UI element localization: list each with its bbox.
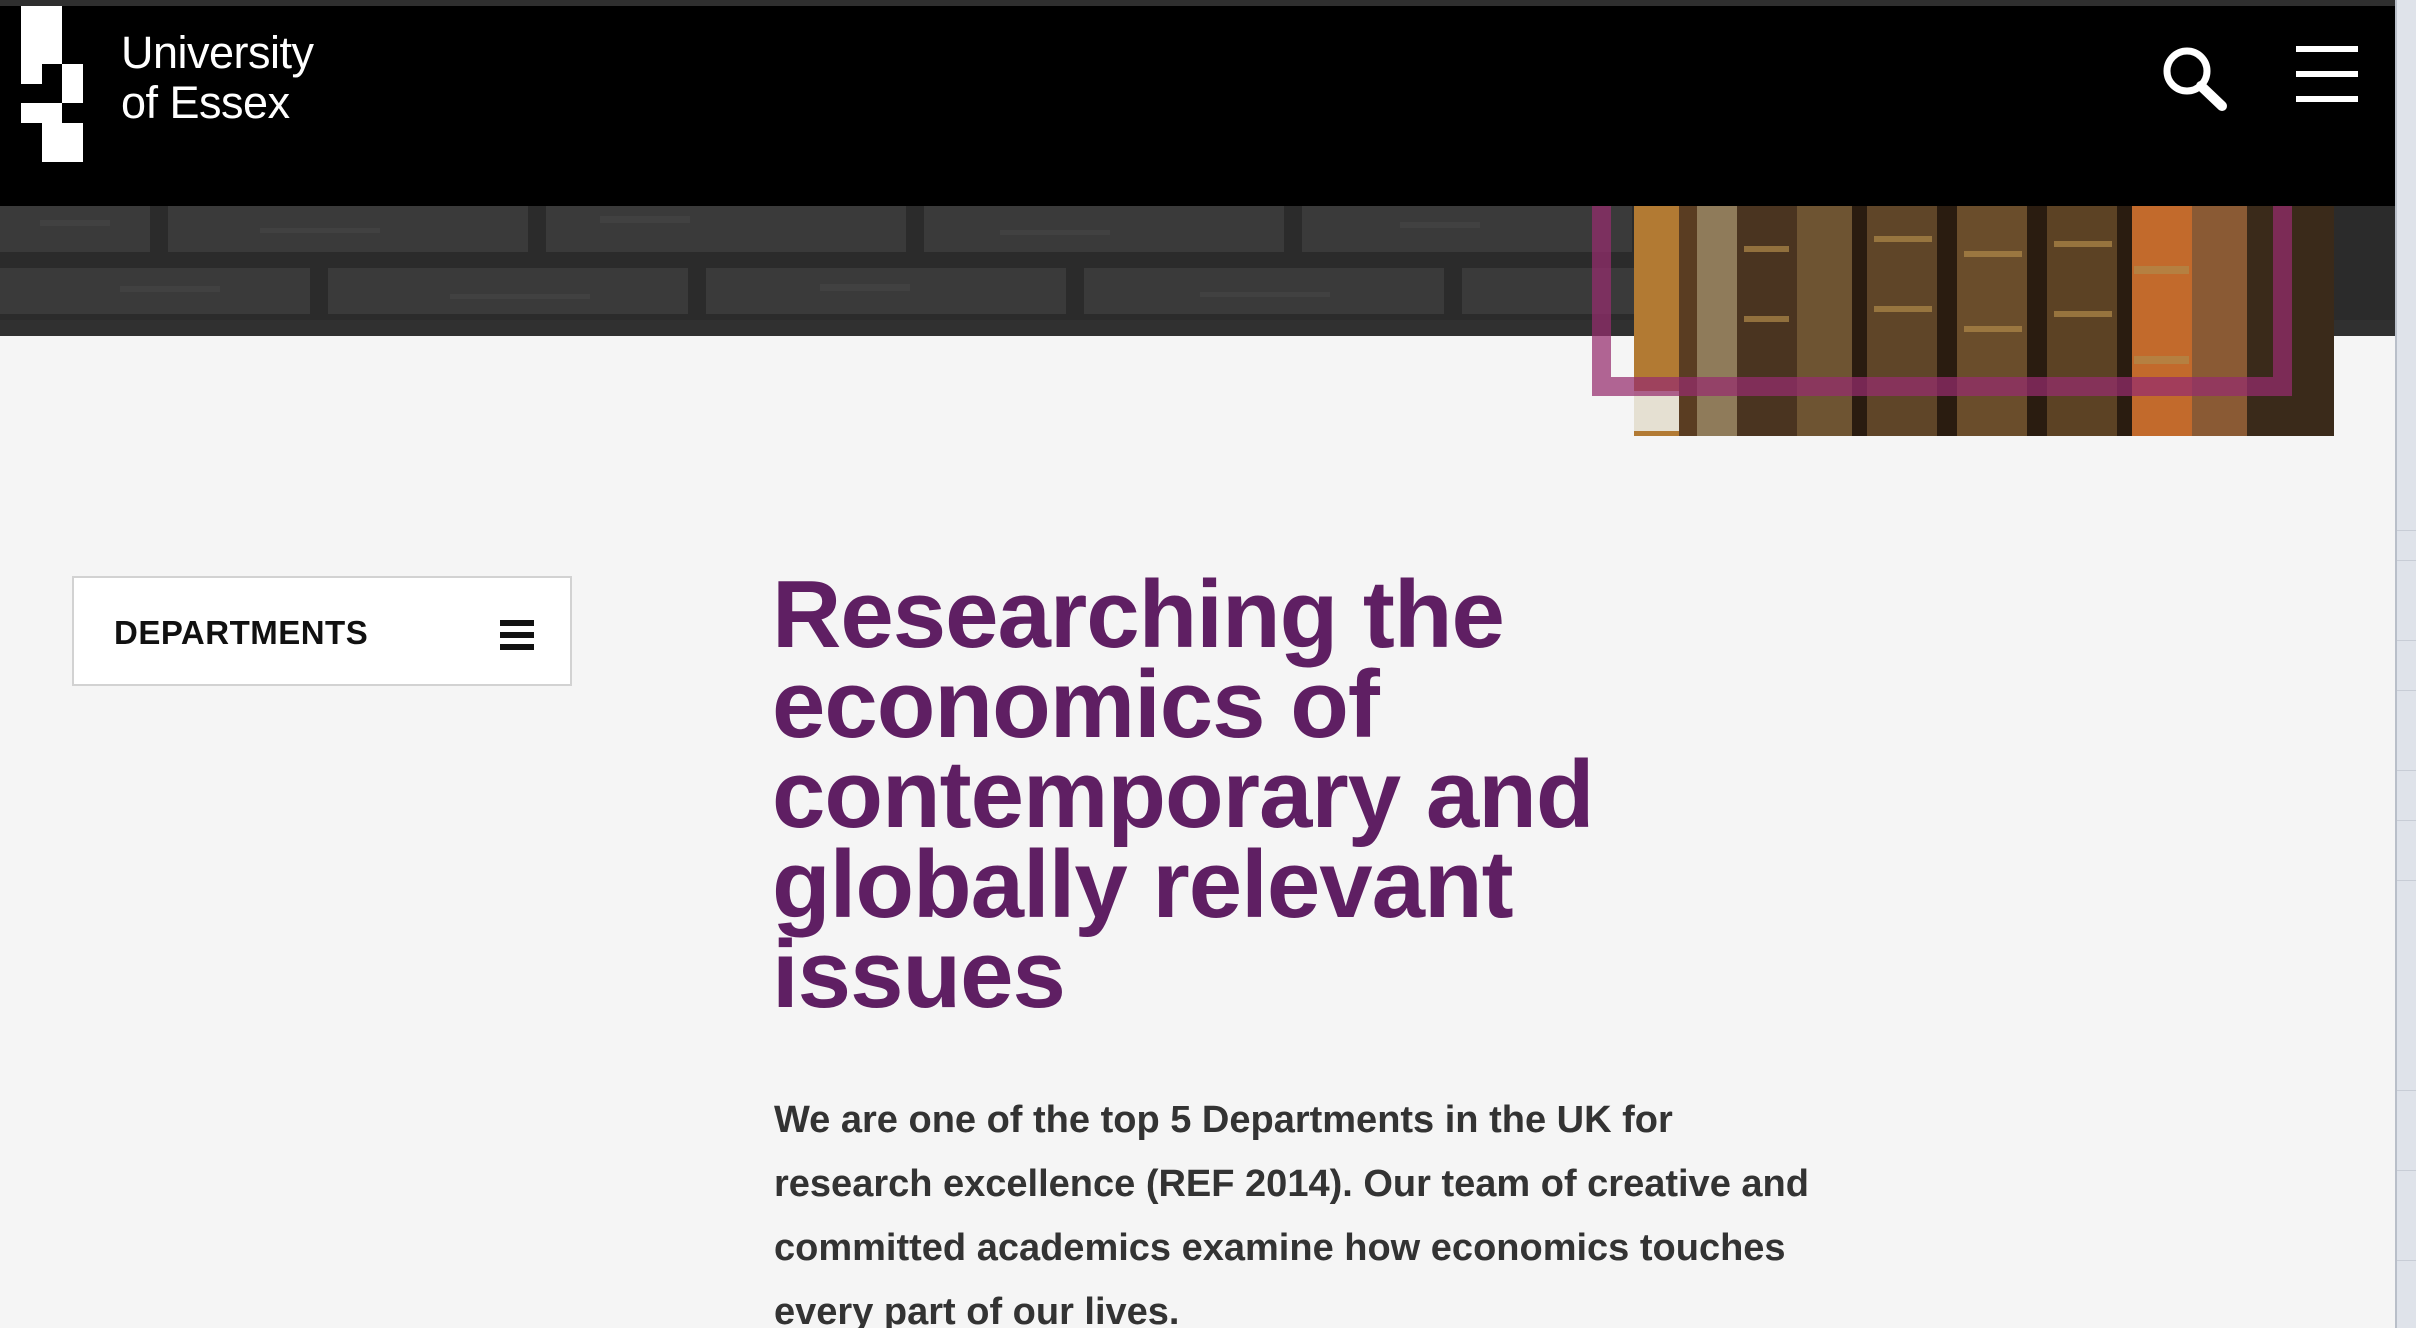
university-logo-link[interactable]: University of Essex	[21, 6, 351, 162]
list-icon	[500, 620, 534, 650]
devtools-edge	[2395, 0, 2416, 1328]
page-title: Researching the economics of contemporar…	[772, 561, 1595, 1028]
hero-accent-frame	[1592, 206, 2292, 396]
departments-menu-button[interactable]: DEPARTMENTS	[72, 576, 572, 686]
university-logo-text: University of Essex	[121, 27, 314, 128]
intro-paragraph: We are one of the top 5 Departments in t…	[774, 1099, 1809, 1328]
departments-label: DEPARTMENTS	[114, 614, 369, 651]
search-icon[interactable]	[2160, 44, 2230, 114]
hamburger-menu-icon[interactable]	[2296, 46, 2358, 102]
university-logo-mark	[21, 6, 83, 162]
page: University of Essex DEPARTMENTS Research…	[0, 0, 2416, 1328]
site-header: University of Essex	[0, 6, 2395, 206]
